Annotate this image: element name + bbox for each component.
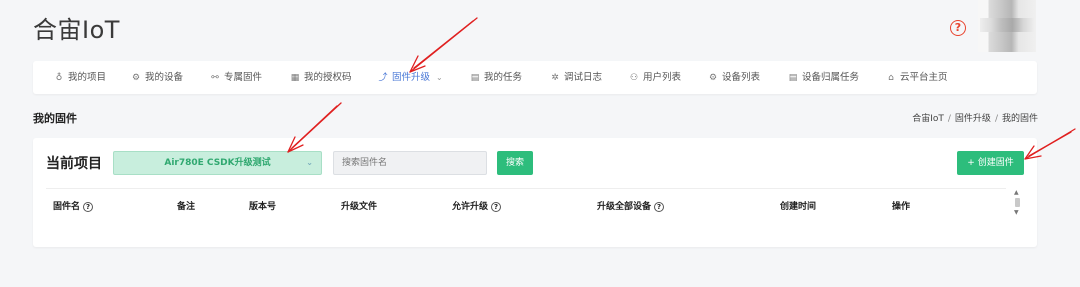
trend-icon: ⤴ [378, 73, 388, 83]
chevron-down-icon: ⌄ [436, 73, 443, 82]
nav-item-auth-codes[interactable]: ▦ 我的授权码 [289, 61, 352, 94]
breadcrumb-separator: / [994, 114, 998, 124]
page-title: 我的固件 [33, 112, 77, 125]
breadcrumb-current: 我的固件 [1001, 114, 1038, 124]
column-header-firmware-name[interactable]: 固件名? [53, 199, 94, 212]
help-icon[interactable]: ? [491, 202, 502, 212]
bug-icon: ✲ [551, 73, 559, 83]
column-header-remark[interactable]: 备注 [177, 199, 195, 212]
users-icon: ⚇ [629, 73, 639, 83]
wand-icon: ⚯ [211, 73, 219, 83]
nav-item-firmware-upgrade[interactable]: ⤴ 固件升级 ⌄ [377, 61, 443, 94]
app-header: 合宙IoT ? [0, 0, 1080, 58]
nav-item-cloud-home[interactable]: ⌂ 云平台主页 [885, 61, 947, 94]
app-title: 合宙IoT [33, 16, 120, 44]
chevron-down-icon: ⌄ [306, 158, 313, 167]
breadcrumb: 合宙IoT / 固件升级 / 我的固件 [912, 111, 1038, 124]
nav-item-my-devices[interactable]: ⚙ 我的设备 [130, 61, 183, 94]
nav-item-exclusive-firmware[interactable]: ⚯ 专属固件 [209, 61, 262, 94]
user-avatar[interactable] [978, 0, 1036, 52]
column-header-upgrade-all-devices[interactable]: 升级全部设备? [597, 199, 665, 212]
device-icon: ⚙ [131, 73, 141, 83]
current-project-label: 当前项目 [46, 156, 102, 172]
nav-item-user-list[interactable]: ⚇ 用户列表 [628, 61, 681, 94]
column-header-allow-upgrade[interactable]: 允许升级? [452, 199, 502, 212]
breadcrumb-separator: / [947, 114, 951, 124]
table-scrollbar[interactable]: ▲ ▼ [1013, 188, 1022, 218]
search-button[interactable]: 搜索 [497, 151, 533, 175]
scroll-up-icon[interactable]: ▲ [1014, 189, 1019, 196]
project-select-value: Air780E CSDK升级测试 [164, 158, 271, 168]
column-header-actions[interactable]: 操作 [892, 199, 910, 212]
scroll-down-icon[interactable]: ▼ [1014, 209, 1019, 216]
nav-item-device-list[interactable]: ⚙ 设备列表 [707, 61, 760, 94]
help-icon[interactable]: ? [950, 20, 966, 36]
nav-item-device-ownership-tasks[interactable]: ▤ 设备归属任务 [787, 61, 859, 94]
firmware-table-header: 固件名? 备注 版本号 升级文件 允许升级? 升级全部设备? 创建时间 操作 [46, 188, 1006, 218]
help-icon[interactable]: ? [83, 202, 94, 212]
top-nav: ♁ 我的项目 ⚙ 我的设备 ⚯ 专属固件 ▦ 我的授权码 ⤴ 固件升级 ⌄ ▤ 我的任务 ✲ 调… [33, 61, 1037, 94]
nav-item-my-tasks[interactable]: ▤ 我的任务 [469, 61, 522, 94]
clipboard-icon: ▤ [470, 73, 480, 83]
firmware-card: 当前项目 Air780E CSDK升级测试 ⌄ 搜索 + 创建固件 固件名? 备… [33, 138, 1037, 247]
column-header-version[interactable]: 版本号 [249, 199, 276, 212]
breadcrumb-home[interactable]: 合宙IoT [912, 114, 944, 124]
home-icon: ⌂ [888, 73, 894, 83]
nav-item-debug-logs[interactable]: ✲ 调试日志 [549, 61, 602, 94]
qr-icon: ▦ [290, 73, 300, 83]
firmware-search-input[interactable] [333, 151, 487, 175]
nav-item-my-projects[interactable]: ♁ 我的项目 [53, 61, 106, 94]
scrollbar-thumb[interactable] [1015, 198, 1020, 207]
breadcrumb-firmware-upgrade[interactable]: 固件升级 [955, 114, 991, 124]
create-firmware-button[interactable]: + 创建固件 [957, 151, 1024, 175]
clipboard-icon: ▤ [788, 73, 798, 83]
settings-icon: ⚙ [708, 73, 718, 83]
help-icon[interactable]: ? [654, 202, 665, 212]
column-header-created-time[interactable]: 创建时间 [780, 199, 816, 212]
bulb-icon: ♁ [55, 73, 63, 83]
column-header-upgrade-file[interactable]: 升级文件 [341, 199, 377, 212]
project-select[interactable]: Air780E CSDK升级测试 ⌄ [113, 151, 322, 175]
